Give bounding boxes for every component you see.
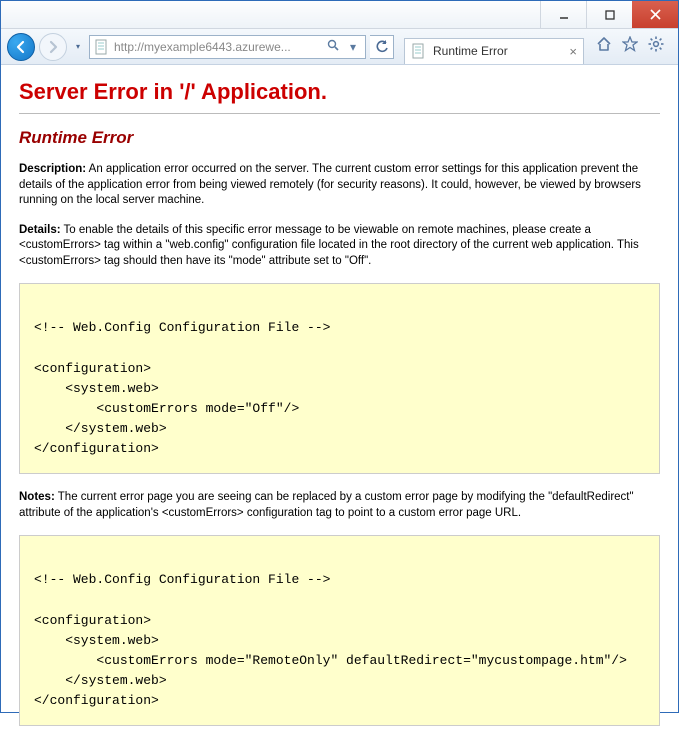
tab-title: Runtime Error <box>433 44 563 58</box>
tab-close-icon[interactable]: × <box>569 44 577 59</box>
url-text: http://myexample6443.azurewe... <box>114 40 321 54</box>
browser-tab[interactable]: Runtime Error × <box>404 38 584 64</box>
details-paragraph: Details: To enable the details of this s… <box>19 223 660 270</box>
toolbar-right <box>588 36 672 57</box>
description-paragraph: Description: An application error occurr… <box>19 162 660 209</box>
notes-text: The current error page you are seeing ca… <box>19 491 634 519</box>
favorites-icon[interactable] <box>622 36 638 57</box>
search-icon[interactable] <box>325 39 341 55</box>
code-text: <!-- Web.Config Configuration File --> <… <box>34 550 645 711</box>
address-dropdown-icon[interactable]: ▾ <box>345 40 361 54</box>
notes-paragraph: Notes: The current error page you are se… <box>19 490 660 521</box>
description-text: An application error occurred on the ser… <box>19 163 641 206</box>
page-icon <box>411 43 427 59</box>
page-icon <box>94 39 110 55</box>
back-button[interactable] <box>7 33 35 61</box>
minimize-button[interactable] <box>540 1 586 28</box>
page-subheading: Runtime Error <box>19 128 660 148</box>
forward-button[interactable] <box>39 33 67 61</box>
maximize-button[interactable] <box>586 1 632 28</box>
window-titlebar <box>1 1 678 29</box>
page-heading: Server Error in '/' Application. <box>19 79 660 105</box>
home-icon[interactable] <box>596 36 612 57</box>
code-text: <!-- Web.Config Configuration File --> <… <box>34 298 645 459</box>
notes-label: Notes: <box>19 491 55 503</box>
browser-toolbar: ▾ http://myexample6443.azurewe... ▾ Runt… <box>1 29 678 65</box>
settings-icon[interactable] <box>648 36 664 57</box>
divider <box>19 113 660 114</box>
details-label: Details: <box>19 224 61 236</box>
config-example-remoteonly: <!-- Web.Config Configuration File --> <… <box>19 535 660 726</box>
config-example-off: <!-- Web.Config Configuration File --> <… <box>19 283 660 474</box>
description-label: Description: <box>19 163 86 175</box>
address-bar[interactable]: http://myexample6443.azurewe... ▾ <box>89 35 366 59</box>
refresh-button[interactable] <box>370 35 394 59</box>
nav-history-dropdown[interactable]: ▾ <box>71 42 85 51</box>
details-text: To enable the details of this specific e… <box>19 224 639 267</box>
page-content: Server Error in '/' Application. Runtime… <box>1 65 678 756</box>
close-button[interactable] <box>632 1 678 28</box>
